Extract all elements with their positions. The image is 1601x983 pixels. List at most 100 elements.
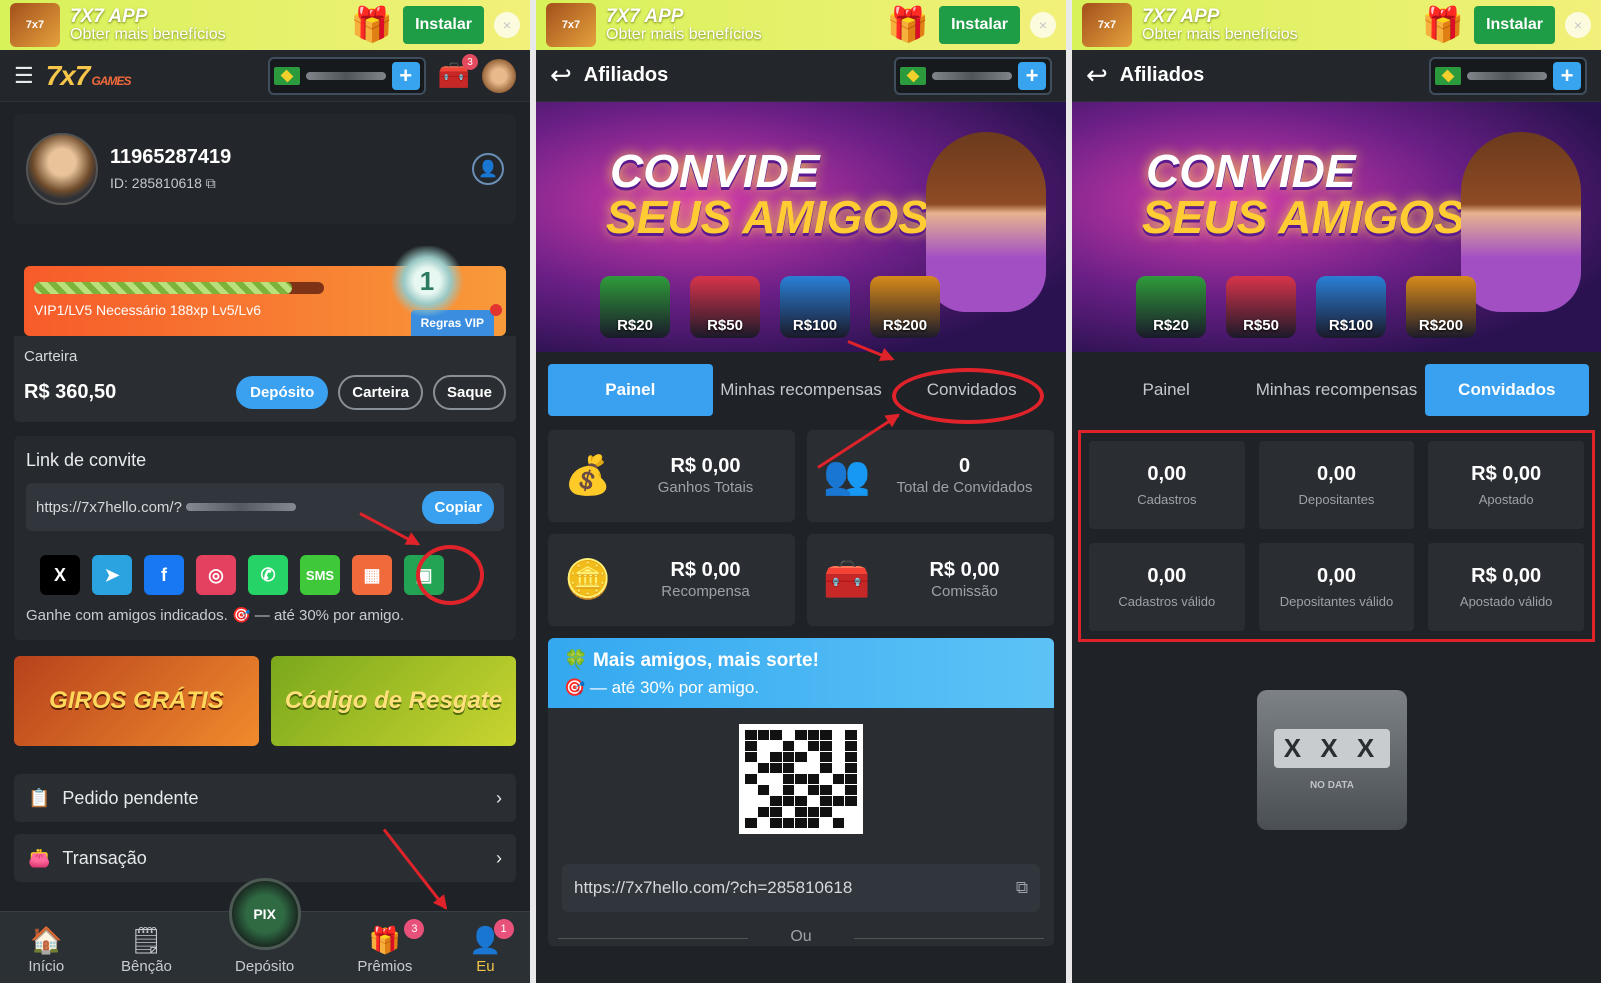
cash-chest-icon: 🧰: [823, 559, 871, 601]
prizes-badge: 3: [404, 919, 425, 939]
cell-value: 0,00: [1317, 463, 1356, 485]
banner-app-name: 7X7 APP: [70, 5, 148, 27]
invite-friends-hero: CONVIDE SEUS AMIGOS! R$20 R$50 R$100 R$200: [1072, 102, 1601, 352]
tab-rewards[interactable]: Minhas recompensas: [1254, 364, 1418, 416]
balance-pill[interactable]: +: [894, 56, 1052, 95]
me-badge: 1: [493, 919, 514, 939]
withdraw-button[interactable]: Saque: [432, 375, 506, 410]
facebook-icon[interactable]: f: [144, 555, 184, 595]
avatar[interactable]: [482, 58, 516, 93]
more-apps-icon[interactable]: ▣: [404, 555, 444, 595]
tab-painel[interactable]: Painel: [548, 364, 713, 416]
pix-icon: PIX: [228, 878, 301, 950]
chevron-right-icon: ›: [496, 847, 502, 868]
referral-url: https://7x7hello.com/?ch=285810618: [574, 878, 853, 897]
nav-deposit[interactable]: PIX Depósito: [228, 878, 301, 975]
prize-tier: R$50: [1226, 276, 1296, 338]
person-icon[interactable]: 👤: [472, 153, 504, 185]
share-title: 🍀 Mais amigos, mais sorte!: [564, 650, 819, 671]
stat-value: 0: [958, 454, 971, 477]
sms-icon[interactable]: SMS: [300, 555, 340, 595]
stat-value: R$ 0,00: [670, 558, 741, 581]
stat-label: Ganhos Totais: [657, 478, 754, 496]
notification-dot: [490, 304, 502, 316]
user-avatar: [26, 133, 98, 205]
copy-button[interactable]: Copiar: [422, 490, 494, 524]
whatsapp-icon[interactable]: ✆: [248, 555, 288, 595]
add-funds-button[interactable]: +: [1553, 61, 1581, 90]
treasure-chest-icon[interactable]: 🧰 3: [438, 54, 478, 91]
tab-invitees[interactable]: Convidados: [889, 364, 1054, 416]
list-icon: 📋: [28, 787, 51, 808]
invite-title: Link de convite: [26, 450, 147, 470]
nav-prizes[interactable]: 🎁 Prêmios 3: [357, 919, 425, 975]
tab-painel[interactable]: Painel: [1084, 364, 1248, 416]
stat-label: Comissão: [931, 582, 998, 600]
telegram-icon[interactable]: ➤: [92, 555, 132, 595]
cell-value: R$ 0,00: [1471, 463, 1542, 485]
close-icon[interactable]: ×: [1565, 12, 1591, 38]
invite-link-field[interactable]: https://7x7hello.com/? Copiar: [26, 483, 504, 531]
transaction-row[interactable]: 👛 Transação ›: [14, 834, 516, 882]
nav-blessing[interactable]: 🗒 Bênção: [121, 925, 172, 975]
page-title: Afiliados: [1119, 64, 1205, 86]
top-header: ☰ 7x7 GAMES + 🧰 3: [0, 50, 530, 102]
stat-card: 🪙 R$ 0,00 Recompensa: [548, 534, 795, 626]
copy-icon[interactable]: ⧉: [1016, 878, 1028, 898]
balance-pill[interactable]: +: [1429, 56, 1587, 95]
hero-title: CONVIDE SEUS AMIGOS!: [606, 145, 945, 243]
free-spins-banner[interactable]: GIROS GRÁTIS: [14, 656, 259, 746]
install-button[interactable]: Instalar: [1474, 6, 1555, 44]
close-icon[interactable]: ×: [494, 12, 520, 38]
no-data-label: NO DATA: [1309, 780, 1355, 791]
wallet-button[interactable]: Carteira: [338, 375, 423, 410]
slot-machine-icon: X X X: [1273, 729, 1391, 768]
invite-friends-hero: CONVIDE SEUS AMIGOS! R$20 R$50 R$100 R$200: [536, 102, 1066, 352]
apps-icon[interactable]: ▦: [352, 555, 392, 595]
share-icons: X ➤ f ◎ ✆ SMS ▦ ▣: [26, 555, 504, 595]
cell-value: R$ 0,00: [1471, 565, 1542, 587]
close-icon[interactable]: ×: [1030, 12, 1056, 38]
redeem-code-banner[interactable]: Código de Resgate: [271, 656, 516, 746]
add-funds-button[interactable]: +: [1018, 61, 1046, 90]
nav-me[interactable]: 👤 Eu 1: [469, 919, 514, 975]
back-arrow-icon[interactable]: ↩: [550, 60, 572, 91]
prize-tier: R$100: [780, 276, 850, 338]
x-icon[interactable]: X: [40, 555, 80, 595]
profile-card: 11965287419 ID: 285810618 ⧉ 👤: [14, 114, 516, 224]
install-button[interactable]: Instalar: [939, 6, 1020, 44]
prize-tier: R$200: [1406, 276, 1476, 338]
clipboard-icon: 🗒: [129, 925, 163, 955]
brand-logo: 7x7 GAMES: [45, 59, 132, 91]
chest-badge: 3: [462, 54, 478, 70]
cell-label: Depositantes válido: [1279, 594, 1394, 609]
nav-home[interactable]: 🏠 Início: [28, 925, 64, 975]
vip-progress-bar: [34, 282, 324, 294]
gift-icon: 🎁: [368, 925, 402, 955]
referral-link-field[interactable]: https://7x7hello.com/?ch=285810618 ⧉: [562, 864, 1040, 912]
affiliates-dashboard-screen: 7x7 7X7 APP Obter mais benefícios 🎁 Insta…: [536, 0, 1066, 983]
deposit-button[interactable]: Depósito: [236, 376, 329, 409]
app-logo: 7x7: [1082, 3, 1132, 47]
stat-label: Total de Convidados: [896, 478, 1033, 496]
instagram-icon[interactable]: ◎: [196, 555, 236, 595]
vip-badge-icon: 1: [388, 246, 466, 316]
install-button[interactable]: Instalar: [403, 6, 484, 44]
balance-pill[interactable]: +: [267, 56, 426, 95]
hidden-balance: [305, 71, 386, 80]
invite-section: Link de convite https://7x7hello.com/? C…: [14, 436, 516, 640]
stat-value: R$ 0,00: [929, 558, 1000, 581]
no-data-illustration: X X X NO DATA: [1257, 690, 1407, 830]
brazil-flag-icon: [273, 66, 300, 85]
tab-rewards[interactable]: Minhas recompensas: [719, 364, 884, 416]
pending-order-row[interactable]: 📋 Pedido pendente ›: [14, 774, 516, 822]
add-funds-button[interactable]: +: [391, 61, 420, 90]
vip-card: VIP1/LV5 Necessário 188xp Lv5/Lv6 Regras…: [14, 246, 516, 336]
hidden-balance: [932, 71, 1012, 80]
copy-icon[interactable]: ⧉: [206, 175, 216, 191]
profile-screen: 7x7 7X7 APP Obter mais benefícios 🎁 Insta…: [0, 0, 530, 983]
app-logo: 7x7: [546, 3, 596, 47]
tab-invitees[interactable]: Convidados: [1424, 364, 1589, 416]
menu-icon[interactable]: ☰: [14, 63, 34, 89]
back-arrow-icon[interactable]: ↩: [1086, 60, 1108, 91]
